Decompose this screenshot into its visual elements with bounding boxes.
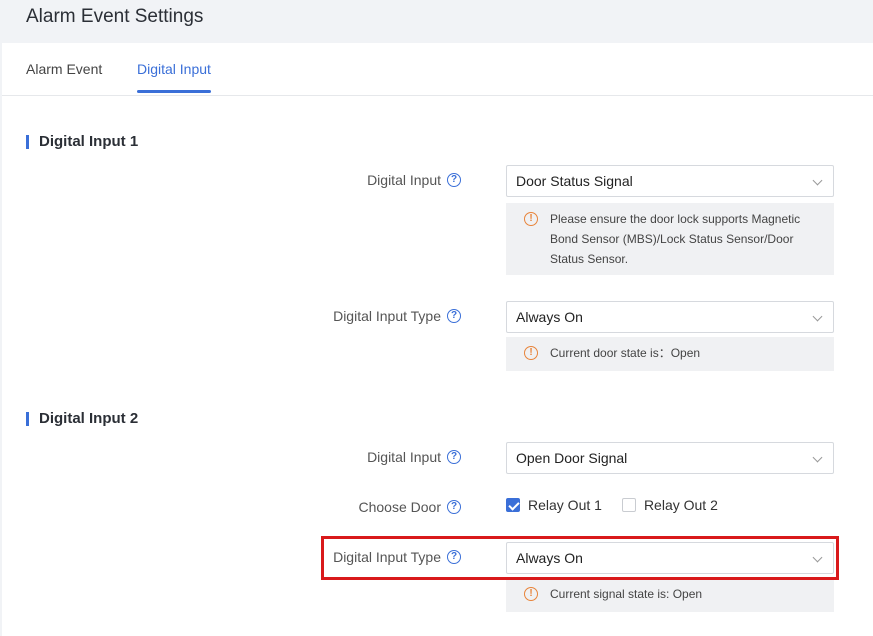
section-title-digital-input-1: Digital Input 1: [26, 133, 138, 150]
relay-out-1-checkbox[interactable]: [506, 498, 520, 512]
di1-door-lock-notice-text: Please ensure the door lock supports Mag…: [550, 212, 801, 266]
chevron-down-icon: [812, 452, 823, 463]
highlight-annotation-box: [321, 536, 839, 580]
warning-icon: !: [524, 346, 538, 360]
help-icon[interactable]: ?: [447, 450, 461, 464]
warning-icon: !: [524, 212, 538, 226]
di1-door-state-notice: ! Current door state is：Open: [506, 337, 834, 371]
di1-digital-input-select[interactable]: Door Status Signal: [506, 165, 834, 197]
tab-bar: Alarm Event Digital Input: [2, 43, 873, 96]
relay-out-1-option[interactable]: Relay Out 1: [506, 497, 602, 513]
page-title: Alarm Event Settings: [26, 6, 204, 27]
di1-digital-input-label: Digital Input ?: [367, 172, 461, 188]
chevron-down-icon: [812, 311, 823, 322]
di1-door-state-notice-text: Current door state is：Open: [550, 346, 701, 360]
section-title-digital-input-2: Digital Input 2: [26, 410, 138, 427]
relay-out-2-checkbox[interactable]: [621, 498, 636, 512]
di1-digital-input-type-value: Always On: [516, 309, 583, 325]
di1-digital-input-type-label-text: Digital Input Type: [333, 308, 441, 324]
page: Alarm Event Settings Alarm Event Digital…: [0, 0, 873, 636]
di1-door-lock-notice: ! Please ensure the door lock supports M…: [506, 203, 834, 275]
di2-digital-input-value: Open Door Signal: [516, 450, 628, 466]
di1-digital-input-value: Door Status Signal: [516, 173, 633, 189]
warning-icon: !: [524, 587, 538, 601]
di1-digital-input-label-text: Digital Input: [367, 172, 441, 188]
help-icon[interactable]: ?: [447, 500, 461, 514]
di2-signal-state-notice: ! Current signal state is: Open: [506, 578, 834, 612]
di2-digital-input-label: Digital Input ?: [367, 449, 461, 465]
chevron-down-icon: [812, 175, 823, 186]
di2-signal-state-notice-text: Current signal state is: Open: [550, 587, 703, 601]
di1-digital-input-type-label: Digital Input Type ?: [333, 308, 461, 324]
relay-out-2-label: Relay Out 2: [643, 497, 718, 513]
settings-card: Alarm Event Digital Input Digital Input …: [2, 43, 873, 636]
tab-alarm-event[interactable]: Alarm Event: [26, 61, 102, 91]
relay-out-1-label: Relay Out 1: [528, 497, 602, 513]
di2-choose-door-options: Relay Out 1 Relay Out 2: [506, 497, 738, 513]
relay-out-2-option[interactable]: Relay Out 2: [621, 497, 718, 513]
page-header: Alarm Event Settings: [0, 0, 873, 43]
di1-digital-input-type-select[interactable]: Always On: [506, 301, 834, 333]
di2-digital-input-label-text: Digital Input: [367, 449, 441, 465]
tab-digital-input[interactable]: Digital Input: [137, 61, 211, 93]
di2-digital-input-select[interactable]: Open Door Signal: [506, 442, 834, 474]
help-icon[interactable]: ?: [447, 173, 461, 187]
di2-choose-door-label-text: Choose Door: [358, 499, 442, 515]
di2-choose-door-label: Choose Door ?: [358, 499, 461, 515]
help-icon[interactable]: ?: [447, 309, 461, 323]
